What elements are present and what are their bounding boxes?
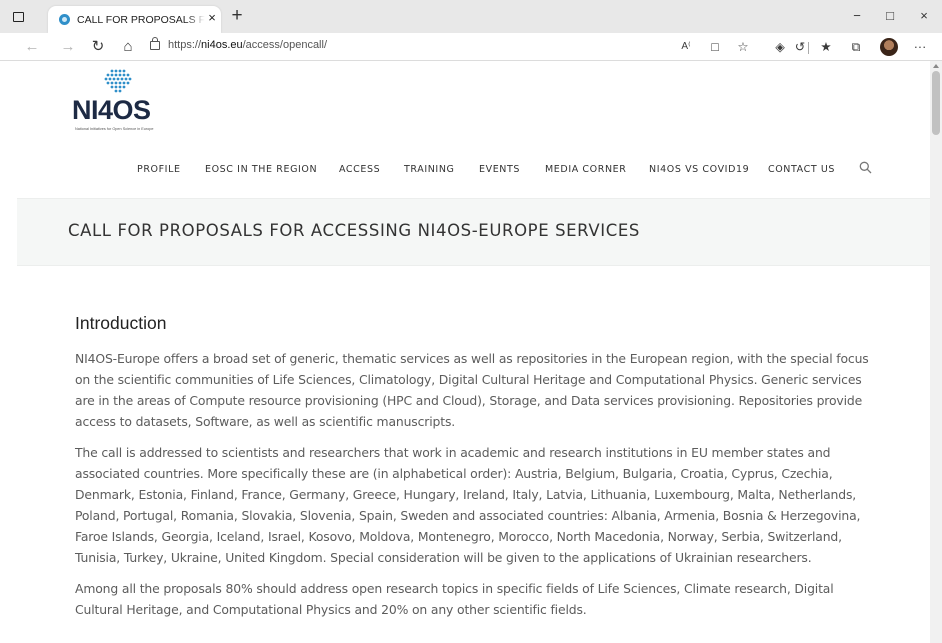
nav-eosc-in-the-region[interactable]: EOSC IN THE REGION — [205, 164, 317, 175]
distribution-paragraph: Among all the proposals 80% should addre… — [75, 581, 834, 617]
back-arrow-icon[interactable]: ← — [22, 37, 42, 57]
tab-close-icon[interactable]: × — [205, 11, 219, 25]
nav-access[interactable]: ACCESS — [339, 164, 380, 175]
logo-wordmark: NI4OS — [72, 95, 151, 125]
browser-tab-strip: CALL FOR PROPOSALS FOR ACCESSING NI4OS-E… — [0, 0, 942, 33]
address-toolbar: ← → ↻ ⌂ https://ni4os.eu/access/opencall… — [0, 33, 942, 61]
scrollbar-thumb[interactable] — [932, 71, 940, 135]
eligibility-paragraph: The call is addressed to scientists and … — [75, 445, 861, 565]
web-page: NI4OS National Initiatives for Open Scie… — [0, 61, 930, 643]
collections-icon[interactable]: ⧉ — [846, 37, 866, 57]
page-title: CALL FOR PROPOSALS FOR ACCESSING NI4OS-E… — [68, 221, 640, 240]
site-favicon-icon — [59, 14, 70, 25]
minimize-button[interactable]: − — [846, 6, 868, 26]
immersive-reader-icon[interactable]: □ — [705, 37, 725, 57]
forward-arrow-icon[interactable]: → — [58, 37, 78, 57]
profile-avatar[interactable] — [880, 38, 898, 56]
nav-ni4os-vs-covid19[interactable]: NI4OS VS COVID19 — [649, 164, 749, 175]
tab-actions-icon[interactable] — [10, 9, 26, 25]
url-scheme: https:// — [168, 39, 202, 51]
read-aloud-icon[interactable]: A⁽ — [676, 37, 696, 57]
home-icon[interactable]: ⌂ — [118, 37, 138, 57]
favorites-icon[interactable]: ★ — [816, 37, 836, 57]
lock-icon[interactable] — [150, 37, 160, 50]
maximize-button[interactable]: □ — [879, 6, 901, 26]
more-menu-icon[interactable]: ··· — [910, 37, 930, 57]
scroll-up-arrow-icon[interactable] — [933, 64, 939, 68]
extension-icon[interactable]: ◈ — [770, 37, 790, 57]
refresh-extension-icon[interactable]: ↺ — [790, 37, 810, 57]
url-host: ni4os.eu — [201, 39, 243, 51]
site-logo[interactable]: NI4OS National Initiatives for Open Scie… — [72, 68, 172, 140]
add-favorite-icon[interactable]: ☆ — [733, 37, 753, 57]
nav-events[interactable]: EVENTS — [479, 164, 520, 175]
refresh-icon[interactable]: ↻ — [88, 37, 108, 57]
close-window-button[interactable]: × — [913, 6, 935, 26]
intro-paragraph: NI4OS-Europe offers a broad set of gener… — [75, 351, 869, 429]
nav-training[interactable]: TRAINING — [404, 164, 455, 175]
address-bar-url[interactable]: https://ni4os.eu/access/opencall/ — [168, 39, 568, 51]
tab-title: CALL FOR PROPOSALS FOR ACCESSING NI4OS-E… — [77, 14, 205, 26]
nav-profile[interactable]: PROFILE — [137, 164, 181, 175]
url-path: /access/opencall/ — [242, 39, 328, 51]
new-tab-button[interactable]: + — [227, 6, 247, 26]
main-content: Introduction NI4OS-Europe offers a broad… — [75, 313, 875, 630]
nav-media-corner[interactable]: MEDIA CORNER — [545, 164, 626, 175]
section-heading: Introduction — [75, 313, 167, 333]
main-navigation: PROFILE EOSC IN THE REGION ACCESS TRAINI… — [0, 164, 930, 180]
toolbar-divider — [808, 42, 809, 54]
page-title-band: CALL FOR PROPOSALS FOR ACCESSING NI4OS-E… — [17, 198, 930, 266]
nav-contact-us[interactable]: CONTACT US — [768, 164, 835, 175]
search-icon[interactable] — [859, 161, 872, 174]
logo-dots-icon — [104, 69, 132, 93]
browser-tab-active[interactable]: CALL FOR PROPOSALS FOR ACCESSING NI4OS-E… — [48, 6, 221, 33]
logo-tagline: National Initiatives for Open Science in… — [75, 127, 154, 131]
page-scrollbar[interactable] — [930, 61, 942, 643]
